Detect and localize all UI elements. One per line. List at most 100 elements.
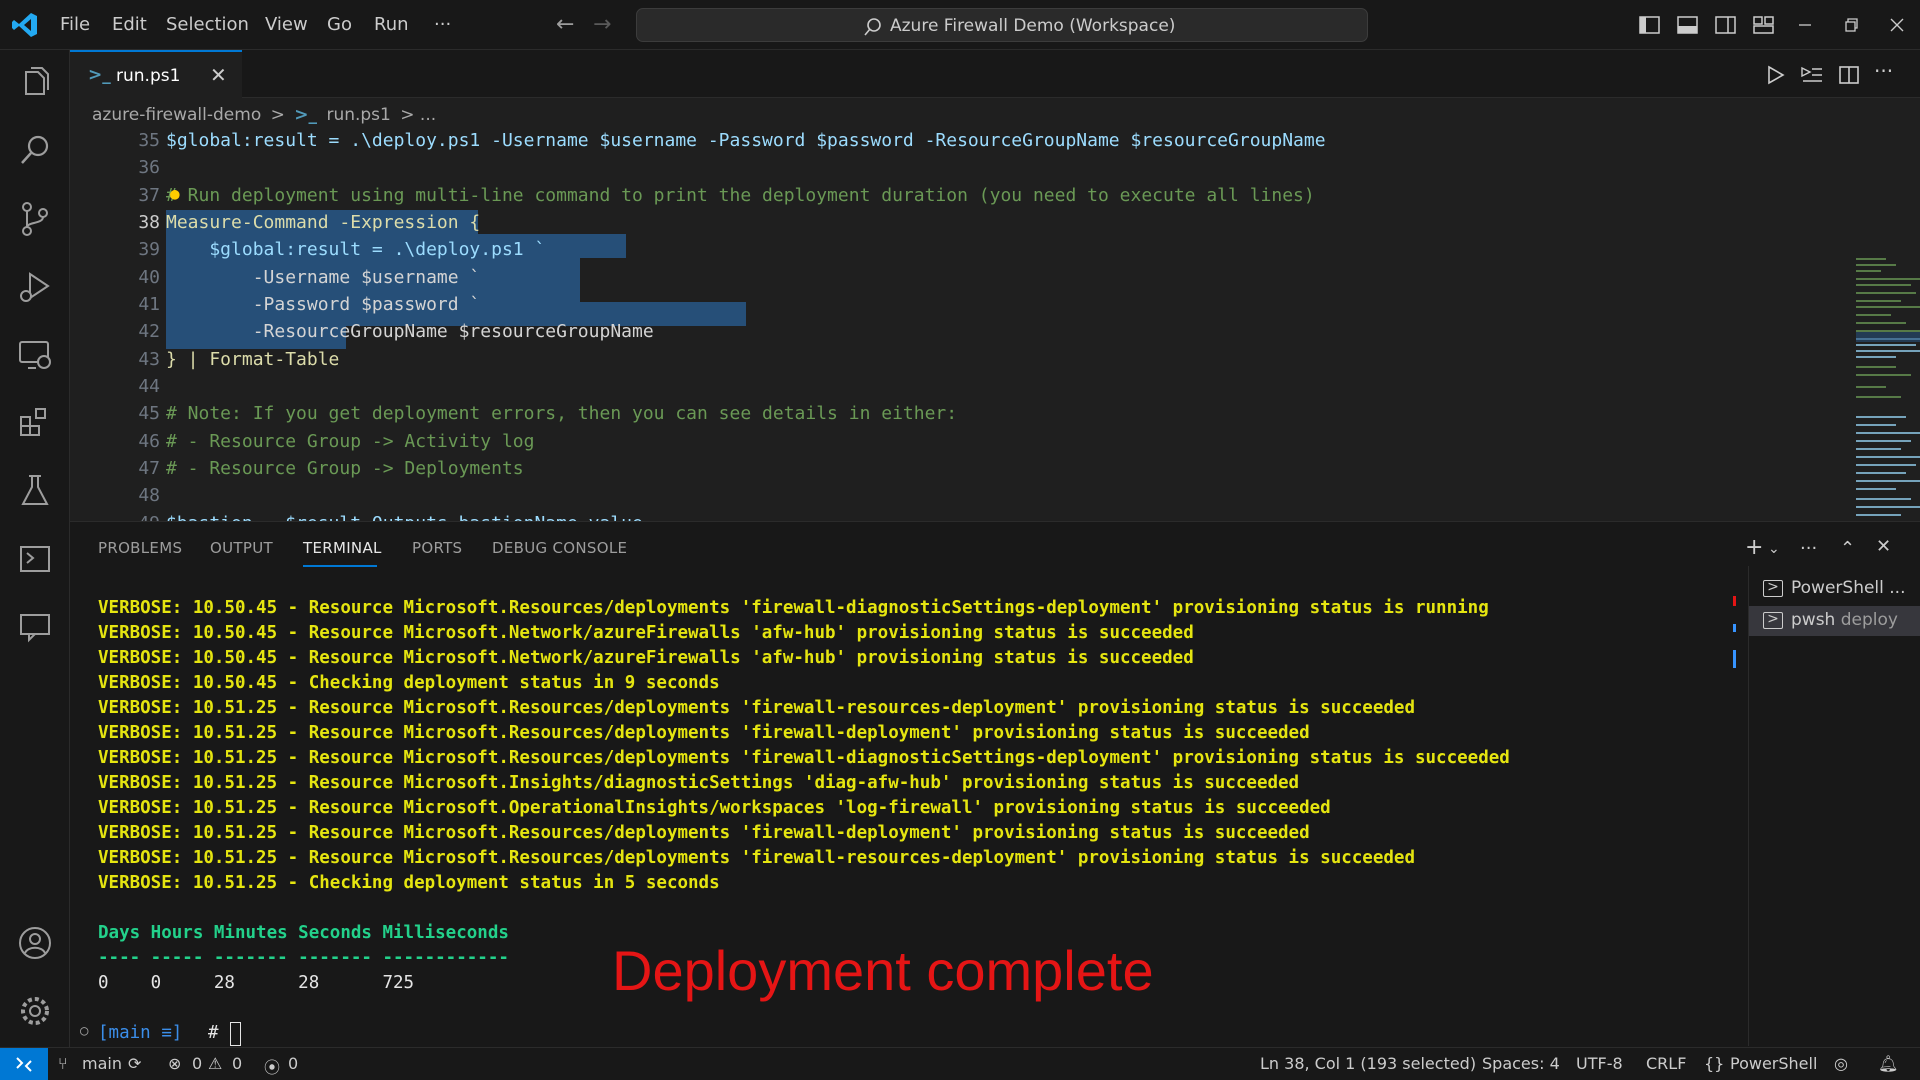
terminal-name: pwsh (1791, 610, 1836, 630)
code-line: # Note: If you get deployment errors, th… (166, 403, 958, 424)
copilot-icon[interactable]: ◎ (1834, 1054, 1848, 1073)
terminal-item-pwsh[interactable]: > pwsh deploy (1749, 606, 1920, 636)
code-line: Measure-Command -Expression { (166, 212, 481, 233)
menu-view[interactable]: View (265, 14, 308, 35)
restore-icon[interactable] (1836, 10, 1866, 40)
run-debug-icon[interactable] (14, 266, 56, 308)
ports-icon: ⦿ (264, 1058, 281, 1077)
terminal-item-powershell[interactable]: > PowerShell ... (1749, 574, 1920, 604)
menu-selection[interactable]: Selection (166, 14, 249, 35)
error-count[interactable]: 0 (192, 1054, 202, 1073)
line-number: 43 (138, 349, 160, 370)
more-actions-icon[interactable]: ··· (1874, 59, 1893, 83)
remote-explorer-icon[interactable] (14, 334, 56, 376)
tab-problems[interactable]: PROBLEMS (98, 539, 182, 557)
menu-more[interactable]: ··· (434, 14, 451, 35)
line-number: 47 (138, 458, 160, 479)
language-mode[interactable]: PowerShell (1730, 1054, 1817, 1073)
encoding[interactable]: UTF-8 (1576, 1054, 1623, 1073)
line-number: 48 (138, 485, 160, 506)
minimap[interactable] (1856, 256, 1920, 521)
breadcrumb: azure-firewall-demo > >_ run.ps1 > ... (92, 105, 440, 125)
code-line: # - Resource Group -> Deployments (166, 458, 524, 479)
editor-tabs: >_ run.ps1 ✕ ··· (70, 50, 1920, 98)
cursor-position[interactable]: Ln 38, Col 1 (193 selected) (1260, 1054, 1476, 1073)
search-icon[interactable] (14, 130, 56, 172)
toggle-panel-icon[interactable] (1672, 10, 1702, 40)
tab-debug-console[interactable]: DEBUG CONSOLE (492, 539, 627, 557)
remote-indicator[interactable] (0, 1048, 48, 1080)
comments-icon[interactable] (14, 606, 56, 648)
code-line: -ResourceGroupName $resourceGroupName (166, 321, 654, 342)
more-actions-icon[interactable]: ··· (1800, 538, 1817, 559)
toggle-primary-sidebar-icon[interactable] (1634, 10, 1664, 40)
breadcrumb-file[interactable]: run.ps1 (326, 105, 390, 125)
minimize-icon[interactable] (1790, 10, 1820, 40)
breadcrumb-folder[interactable]: azure-firewall-demo (92, 105, 261, 125)
customize-layout-icon[interactable] (1748, 10, 1778, 40)
branch-name[interactable]: main (82, 1054, 122, 1073)
code-editor[interactable]: 35 36 37 38 39 40 41 42 43 44 45 46 47 4… (70, 126, 1920, 521)
status-bar: ⑂ main ⟳ ⊗ 0 ⚠ 0 ⦿ 0 Ln 38, Col 1 (193 s… (0, 1047, 1920, 1080)
notifications-bell-icon[interactable]: 🔔︎ (1878, 1054, 1898, 1073)
tab-ports[interactable]: PORTS (412, 539, 462, 557)
scroll-marker (1733, 650, 1736, 668)
line-number: 45 (138, 403, 160, 424)
deployment-complete-annotation: Deployment complete (612, 939, 1154, 1002)
search-icon (864, 18, 881, 36)
terminal-icon[interactable] (14, 538, 56, 580)
new-terminal-plus-icon[interactable]: + (1745, 535, 1763, 560)
warning-count[interactable]: 0 (232, 1054, 242, 1073)
code-line: } | Format-Table (166, 349, 340, 370)
lightbulb-icon[interactable]: ● (170, 184, 180, 203)
scroll-marker (1733, 624, 1736, 632)
tab-label: run.ps1 (116, 66, 181, 86)
accounts-icon[interactable] (14, 922, 56, 964)
toggle-secondary-sidebar-icon[interactable] (1710, 10, 1740, 40)
breadcrumb-separator[interactable]: > ... (400, 105, 436, 125)
menu-edit[interactable]: Edit (112, 14, 147, 35)
menu-run[interactable]: Run (374, 14, 409, 35)
explorer-icon[interactable] (14, 62, 56, 104)
back-arrow-icon[interactable]: ← (556, 12, 574, 37)
close-tab-icon[interactable]: ✕ (210, 63, 227, 87)
code-line: # Run deployment using multi-line comman… (166, 185, 1315, 206)
extensions-icon[interactable] (14, 402, 56, 444)
line-number: 46 (138, 431, 160, 452)
errors-icon: ⊗ (168, 1054, 182, 1073)
line-number: 38 (138, 212, 160, 233)
tab-terminal[interactable]: TERMINAL (303, 539, 382, 557)
command-center-search[interactable]: Azure Firewall Demo (Workspace) (636, 8, 1368, 42)
end-of-line[interactable]: CRLF (1646, 1054, 1686, 1073)
code-line: $global:result = .\deploy.ps1 -Username … (166, 130, 1326, 151)
vscode-logo-icon[interactable] (10, 10, 40, 40)
line-number: 35 (138, 130, 160, 151)
source-control-icon[interactable] (14, 198, 56, 240)
braces-icon: {} (1704, 1054, 1725, 1073)
code-line: $global:result = .\deploy.ps1 ` (166, 239, 546, 260)
close-window-icon[interactable] (1882, 10, 1912, 40)
remote-icon (16, 1057, 32, 1072)
testing-flask-icon[interactable] (14, 470, 56, 512)
settings-gear-icon[interactable] (14, 990, 56, 1032)
line-number: 44 (138, 376, 160, 397)
forward-arrow-icon[interactable]: → (593, 12, 611, 37)
terminal-icon: > (1763, 580, 1783, 597)
code-line: # - Resource Group -> Activity log (166, 431, 535, 452)
sync-icon[interactable]: ⟳ (128, 1054, 141, 1073)
branch-icon: ⑂ (58, 1054, 68, 1073)
active-tab-indicator (303, 565, 377, 567)
tab-run-ps1[interactable]: >_ run.ps1 ✕ (70, 50, 242, 98)
split-editor-icon[interactable] (1836, 62, 1862, 88)
maximize-panel-chevron-up-icon[interactable]: ⌃ (1840, 538, 1855, 559)
chevron-down-icon[interactable]: ⌄ (1768, 541, 1780, 557)
close-panel-icon[interactable]: ✕ (1876, 536, 1891, 557)
run-selection-icon[interactable] (1799, 62, 1825, 88)
indentation[interactable]: Spaces: 4 (1482, 1054, 1560, 1073)
menu-file[interactable]: File (60, 14, 90, 35)
ports-count[interactable]: 0 (288, 1054, 298, 1073)
run-file-icon[interactable] (1762, 62, 1788, 88)
menu-go[interactable]: Go (327, 14, 352, 35)
tab-output[interactable]: OUTPUT (210, 539, 273, 557)
title-bar: File Edit Selection View Go Run ··· ← → … (0, 0, 1920, 50)
